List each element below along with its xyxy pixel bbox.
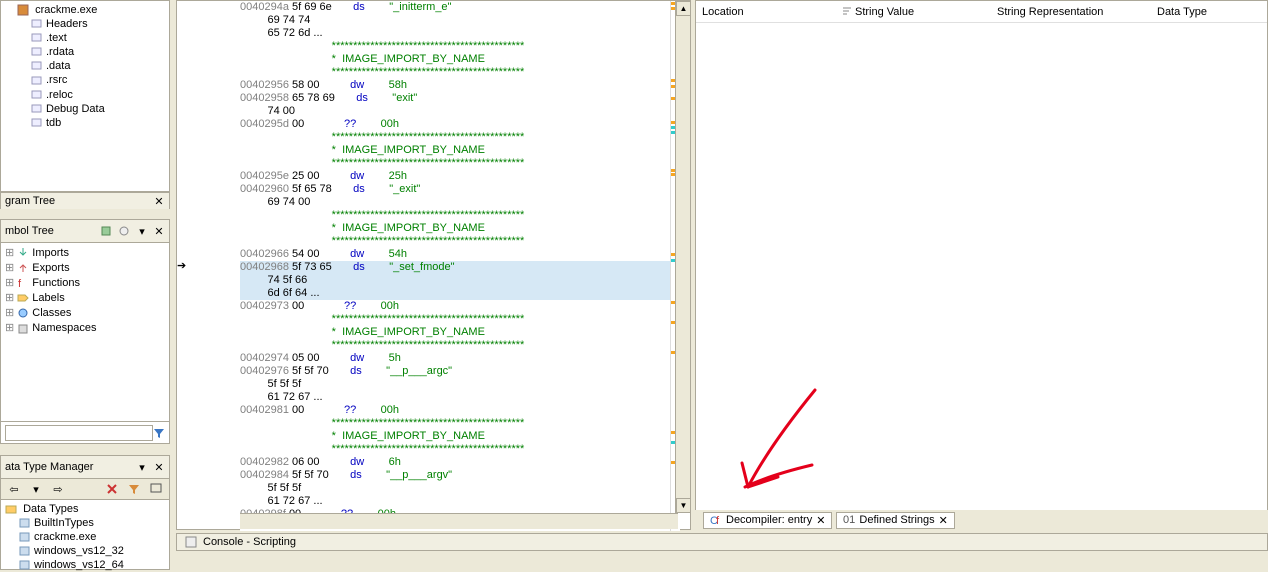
symbol-toolbar-btn-2[interactable] (115, 222, 133, 240)
dtm-root-label: Data Types (23, 503, 78, 515)
dtm-item[interactable]: BuiltInTypes (3, 516, 167, 530)
vertical-scrollbar[interactable]: ▲ ▼ (675, 1, 690, 513)
import-icon (17, 247, 29, 259)
listing-panel: ➔ 0040294a 5f 69 6e ds "_initterm_e" 69 … (176, 0, 691, 530)
section-icon (31, 32, 43, 44)
console-bar[interactable]: Console - Scripting (176, 533, 1268, 551)
symbol-item[interactable]: ⊞ Namespaces (3, 320, 167, 335)
archive-icon (19, 517, 31, 529)
section-icon (31, 117, 43, 129)
col-string-value[interactable]: String Value (842, 6, 997, 18)
scroll-up-icon[interactable]: ▲ (676, 1, 691, 16)
close-icon[interactable]: ✕ (153, 461, 165, 473)
filter-icon[interactable] (103, 480, 121, 498)
filter-options-icon[interactable] (153, 424, 165, 442)
strings-icon: 010 (843, 514, 855, 526)
svg-text:f: f (716, 515, 720, 526)
dropdown-arrow-icon[interactable]: ▾ (133, 458, 151, 476)
export-icon (17, 262, 29, 274)
dtm-tree[interactable]: Data Types BuiltInTypescrackme.exewindow… (0, 500, 170, 570)
tree-item[interactable]: tdb (3, 116, 167, 130)
tree-item[interactable]: .text (3, 31, 167, 45)
scroll-down-icon[interactable]: ▼ (676, 498, 691, 513)
chevron-right-icon[interactable]: ➔ (177, 259, 186, 272)
dtm-toolbar: ⇦ ▾ ⇨ (0, 478, 170, 500)
dropdown-arrow-icon[interactable]: ▾ (133, 222, 151, 240)
tree-root-label: crackme.exe (35, 4, 97, 16)
col-location[interactable]: Location (702, 6, 842, 18)
close-icon[interactable]: ✕ (939, 514, 948, 527)
folder-icon (5, 503, 17, 515)
sort-icon (842, 7, 852, 17)
tree-item[interactable]: .rdata (3, 45, 167, 59)
dropdown-icon[interactable]: ▾ (27, 480, 45, 498)
tab-strings-label: Defined Strings (859, 514, 934, 526)
gram-tree-tab[interactable]: gram Tree ✕ (0, 192, 170, 209)
section-icon (31, 60, 43, 72)
defined-strings-panel: Location String Value String Representat… (695, 0, 1268, 530)
tree-root[interactable]: crackme.exe (3, 3, 167, 17)
section-icon (31, 18, 43, 30)
dtm-item[interactable]: crackme.exe (3, 530, 167, 544)
section-icon (31, 103, 43, 115)
tree-item[interactable]: Debug Data (3, 102, 167, 116)
symbol-toolbar-btn-1[interactable] (97, 222, 115, 240)
symbol-item[interactable]: ⊞ Imports (3, 245, 167, 260)
forward-icon[interactable]: ⇨ (49, 480, 67, 498)
window-icon[interactable] (147, 480, 165, 498)
right-panel-tabs: Cf Decompiler: entry ✕ 010 Defined Strin… (695, 510, 1268, 530)
console-icon (185, 536, 197, 548)
program-tree[interactable]: crackme.exe Headers.text.rdata.data.rsrc… (0, 0, 170, 192)
column-headers: Location String Value String Representat… (696, 1, 1267, 23)
svg-text:f: f (18, 278, 22, 289)
tab-decompiler-label: Decompiler: entry (726, 514, 812, 526)
back-icon[interactable]: ⇦ (5, 480, 23, 498)
svg-text:010: 010 (843, 514, 855, 526)
class-icon (17, 307, 29, 319)
symbol-filter (0, 422, 170, 444)
archive-icon (19, 545, 31, 557)
col-data-type[interactable]: Data Type (1157, 6, 1207, 18)
tree-item[interactable]: Headers (3, 17, 167, 31)
section-icon (31, 46, 43, 58)
gram-tree-tab-label: gram Tree (5, 195, 55, 207)
dtm-item[interactable]: windows_vs12_32 (3, 544, 167, 558)
section-icon (31, 75, 43, 87)
close-icon[interactable]: ✕ (153, 195, 165, 207)
symbol-item[interactable]: ⊞ Labels (3, 290, 167, 305)
symbol-tree[interactable]: ⊞ Imports⊞ Exports⊞ fFunctions⊞ Labels⊞ … (0, 242, 170, 422)
decompile-icon: Cf (710, 514, 722, 526)
data-type-manager-header: ata Type Manager ▾ ✕ (0, 455, 170, 478)
tab-decompiler[interactable]: Cf Decompiler: entry ✕ (703, 512, 832, 529)
dtm-title: ata Type Manager (5, 461, 93, 473)
archive-icon (19, 531, 31, 543)
tree-item[interactable]: .reloc (3, 88, 167, 102)
tree-item[interactable]: .rsrc (3, 73, 167, 87)
filter-icon-2[interactable] (125, 480, 143, 498)
symbol-filter-input[interactable] (5, 425, 153, 441)
namespace-icon (17, 323, 29, 335)
section-icon (31, 89, 43, 101)
console-title: Console - Scripting (203, 536, 296, 548)
dtm-root[interactable]: Data Types (3, 502, 167, 516)
close-icon[interactable]: ✕ (153, 225, 165, 237)
horizontal-scrollbar[interactable] (240, 513, 678, 529)
close-icon[interactable]: ✕ (816, 514, 825, 527)
exe-icon (17, 4, 29, 16)
symbol-item[interactable]: ⊞ Exports (3, 260, 167, 275)
tree-item[interactable]: .data (3, 59, 167, 73)
listing[interactable]: 0040294a 5f 69 6e ds "_initterm_e" 69 74… (240, 1, 680, 531)
symbol-tree-header: mbol Tree ▾ ✕ (0, 219, 170, 242)
col-string-repr[interactable]: String Representation (997, 6, 1157, 18)
symbol-item[interactable]: ⊞ fFunctions (3, 275, 167, 290)
function-icon: f (17, 277, 29, 289)
symbol-item[interactable]: ⊞ Classes (3, 305, 167, 320)
tab-defined-strings[interactable]: 010 Defined Strings ✕ (836, 512, 954, 529)
symbol-tree-title: mbol Tree (5, 225, 54, 237)
label-icon (17, 292, 29, 304)
